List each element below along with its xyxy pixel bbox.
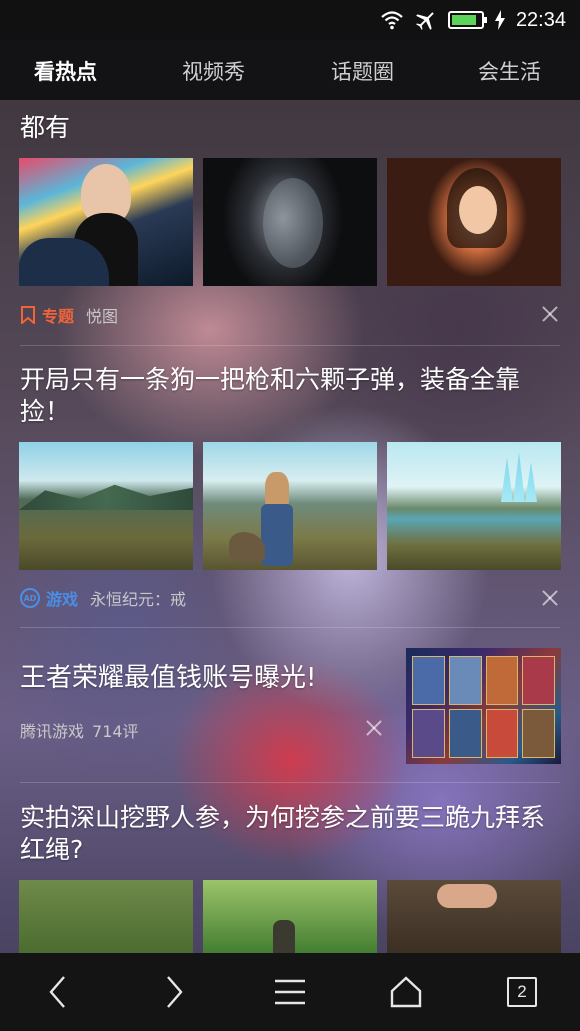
close-icon[interactable] [542, 590, 558, 606]
source-label: 永恒纪元：戒 [90, 590, 187, 609]
tabs-button[interactable]: 2 [492, 962, 552, 1022]
battery-icon [447, 11, 487, 29]
thumbnail-image[interactable] [19, 158, 193, 286]
thumbnail-image[interactable] [406, 648, 561, 764]
divider [20, 345, 560, 346]
forward-icon [167, 976, 183, 1008]
status-bar: 22:34 [0, 0, 580, 40]
clock: 22:34 [515, 8, 566, 31]
thumbnail-image[interactable] [203, 442, 377, 570]
comment-count: 714评 [92, 722, 139, 741]
tab-life[interactable]: 会生活 [478, 56, 541, 86]
tabs-icon: 2 [507, 977, 537, 1007]
divider [20, 782, 560, 783]
tab-video[interactable]: 视频秀 [182, 56, 245, 86]
menu-button[interactable] [260, 962, 320, 1022]
back-icon [49, 976, 65, 1008]
feed-item-title[interactable]: 都有 [20, 112, 560, 144]
wifi-icon [381, 11, 403, 30]
close-icon[interactable] [542, 306, 558, 322]
channel-tab-bar: 看热点 视频秀 话题圈 会生活 [0, 40, 580, 100]
tab-hot[interactable]: 看热点 [34, 56, 97, 86]
tab-topics[interactable]: 话题圈 [331, 56, 394, 86]
forward-button[interactable] [144, 962, 204, 1022]
close-icon[interactable] [366, 720, 382, 736]
thumbnail-image[interactable] [387, 880, 561, 953]
feed-item-title[interactable]: 开局只有一条狗一把枪和六颗子弹，装备全靠捡！ [20, 364, 560, 428]
news-feed[interactable]: 都有 专题 悦图 开局只有一条狗一把枪和六颗子弹，装备全靠捡！ AD 游戏 永恒… [0, 100, 580, 953]
thumbnail-image[interactable] [387, 442, 561, 570]
thumbnail-image[interactable] [203, 880, 377, 953]
charging-icon [494, 10, 505, 30]
menu-icon [275, 979, 305, 1005]
thumbnail-image[interactable] [203, 158, 377, 286]
home-icon [390, 976, 422, 1008]
home-button[interactable] [376, 962, 436, 1022]
battery-level [451, 15, 476, 25]
thumbnail-image[interactable] [387, 158, 561, 286]
source-label: 悦图 [86, 307, 119, 326]
thumbnail-image[interactable] [19, 880, 193, 953]
game-tag[interactable]: AD 游戏 [20, 586, 78, 610]
back-button[interactable] [28, 962, 88, 1022]
airplane-mode-icon [416, 12, 434, 30]
browser-bottom-nav: 2 [0, 953, 580, 1031]
topic-tag[interactable]: 专题 [20, 303, 74, 327]
feed-item-title[interactable]: 实拍深山挖野人参，为何挖参之前要三跪九拜系红绳? [20, 802, 560, 866]
divider [20, 627, 560, 628]
bookmark-icon [21, 306, 35, 324]
ad-badge-icon: AD [20, 588, 40, 608]
feed-item-title[interactable]: 王者荣耀最值钱账号曝光! [20, 662, 380, 694]
thumbnail-image[interactable] [19, 442, 193, 570]
source-label: 腾讯游戏 [20, 722, 85, 741]
